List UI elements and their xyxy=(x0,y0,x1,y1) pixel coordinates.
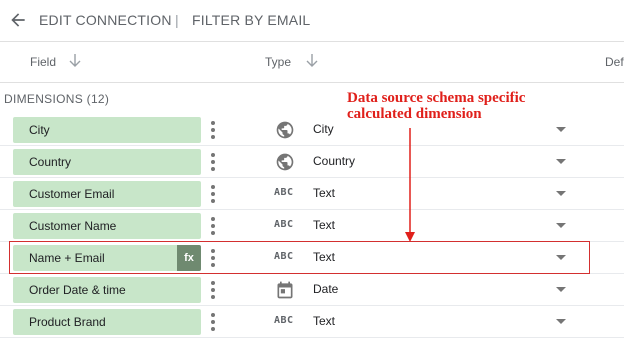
highlight-box xyxy=(9,241,590,274)
globe-icon xyxy=(276,121,294,139)
more-vert-icon[interactable] xyxy=(207,183,219,205)
type-value[interactable]: Text xyxy=(313,186,335,200)
sort-arrow-down-icon[interactable] xyxy=(305,53,319,69)
sort-arrow-down-icon[interactable] xyxy=(68,53,82,69)
top-bar: EDIT CONNECTION | FILTER BY EMAIL xyxy=(0,0,624,42)
dropdown-arrow-icon[interactable] xyxy=(555,318,567,326)
dropdown-arrow-icon[interactable] xyxy=(555,190,567,198)
field-chip[interactable]: Country xyxy=(13,149,201,175)
field-name: City xyxy=(29,123,50,137)
annotation-line-1: Data source schema specific xyxy=(347,90,526,106)
more-vert-icon[interactable] xyxy=(207,215,219,237)
type-value[interactable]: Date xyxy=(313,282,338,296)
dropdown-arrow-icon[interactable] xyxy=(555,222,567,230)
more-vert-icon[interactable] xyxy=(207,311,219,333)
field-row: Country Country xyxy=(0,145,624,178)
field-chip[interactable]: Customer Name xyxy=(13,213,201,239)
annotation-text: Data source schema specific calculated d… xyxy=(347,90,577,122)
field-row: Customer Email ABC Text xyxy=(0,177,624,210)
field-row: Product Brand ABC Text xyxy=(0,305,624,338)
type-value[interactable]: Text xyxy=(313,218,335,232)
default-column-header[interactable]: Def xyxy=(605,55,624,69)
abc-icon: ABC xyxy=(274,187,294,198)
field-chip[interactable]: City xyxy=(13,117,201,143)
annotation-line-2: calculated dimension xyxy=(347,106,482,122)
calendar-icon xyxy=(277,281,293,299)
field-chip[interactable]: Product Brand xyxy=(13,309,201,335)
more-vert-icon[interactable] xyxy=(207,119,219,141)
abc-icon: ABC xyxy=(274,219,294,230)
field-column-header[interactable]: Field xyxy=(30,55,56,69)
field-name: Country xyxy=(29,155,72,169)
abc-icon: ABC xyxy=(274,315,294,326)
field-name: Product Brand xyxy=(29,315,106,329)
dimensions-section-label: DIMENSIONS (12) xyxy=(4,92,110,106)
field-name: Customer Email xyxy=(29,187,115,201)
type-value[interactable]: City xyxy=(313,122,334,136)
more-vert-icon[interactable] xyxy=(207,151,219,173)
type-value[interactable]: Country xyxy=(313,154,355,168)
field-chip[interactable]: Customer Email xyxy=(13,181,201,207)
dropdown-arrow-icon[interactable] xyxy=(555,286,567,294)
field-name: Customer Name xyxy=(29,219,117,233)
filter-by-email-link[interactable]: FILTER BY EMAIL xyxy=(192,12,310,28)
column-header-row: Field Type Def xyxy=(0,42,624,83)
more-vert-icon[interactable] xyxy=(207,279,219,301)
annotation-arrow-icon xyxy=(405,128,415,242)
type-value[interactable]: Text xyxy=(313,314,335,328)
arrow-back-icon[interactable] xyxy=(8,10,28,30)
type-column-header[interactable]: Type xyxy=(265,55,291,69)
dropdown-arrow-icon[interactable] xyxy=(555,126,567,134)
globe-icon xyxy=(276,153,294,171)
field-name: Order Date & time xyxy=(29,283,126,297)
breadcrumb-separator: | xyxy=(175,12,179,28)
dropdown-arrow-icon[interactable] xyxy=(555,158,567,166)
field-row: Order Date & time Date xyxy=(0,273,624,306)
edit-connection-link[interactable]: EDIT CONNECTION xyxy=(39,12,172,28)
field-chip[interactable]: Order Date & time xyxy=(13,277,201,303)
field-row: Customer Name ABC Text xyxy=(0,209,624,242)
